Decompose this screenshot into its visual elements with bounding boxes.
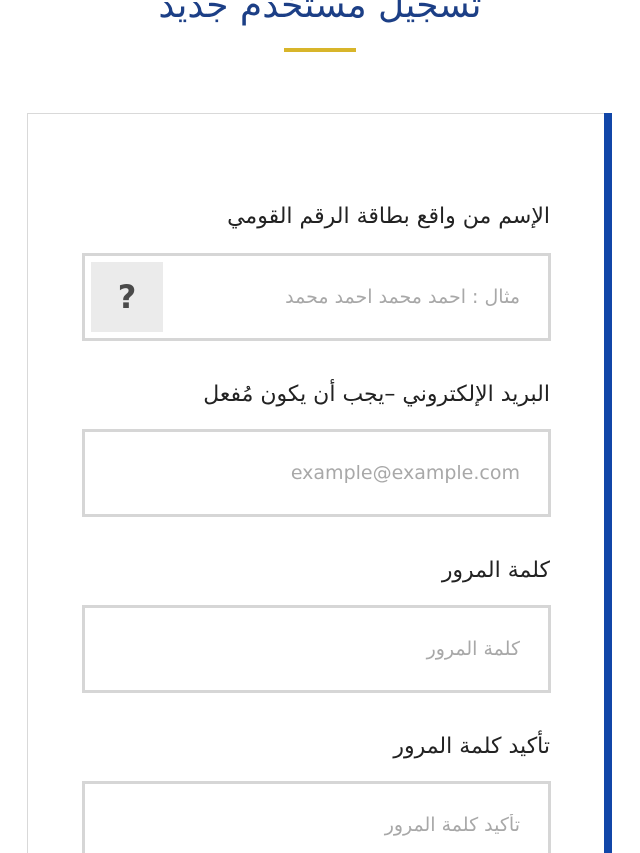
- card-accent-bar: [604, 113, 612, 853]
- page-title: تسجيل مستخدم جديد: [158, 0, 482, 26]
- email-input[interactable]: [85, 432, 548, 514]
- question-mark-icon: ?: [117, 278, 137, 316]
- registration-page: تسجيل مستخدم جديد الإسم من واقع بطاقة ال…: [0, 0, 640, 853]
- full-name-field-wrapper: ?: [82, 253, 551, 341]
- confirm-password-label: تأكيد كلمة المرور: [393, 734, 550, 759]
- full-name-help-button[interactable]: ?: [91, 262, 163, 332]
- password-label: كلمة المرور: [441, 558, 550, 583]
- password-field-wrapper: [82, 605, 551, 693]
- password-input[interactable]: [85, 608, 548, 690]
- confirm-password-input[interactable]: [85, 784, 548, 853]
- email-field-wrapper: [82, 429, 551, 517]
- email-label: البريد الإلكتروني –يجب أن يكون مُفعل: [203, 382, 550, 407]
- confirm-password-field-wrapper: [82, 781, 551, 853]
- title-underline: [284, 48, 356, 52]
- full-name-label: الإسم من واقع بطاقة الرقم القومي: [227, 204, 550, 229]
